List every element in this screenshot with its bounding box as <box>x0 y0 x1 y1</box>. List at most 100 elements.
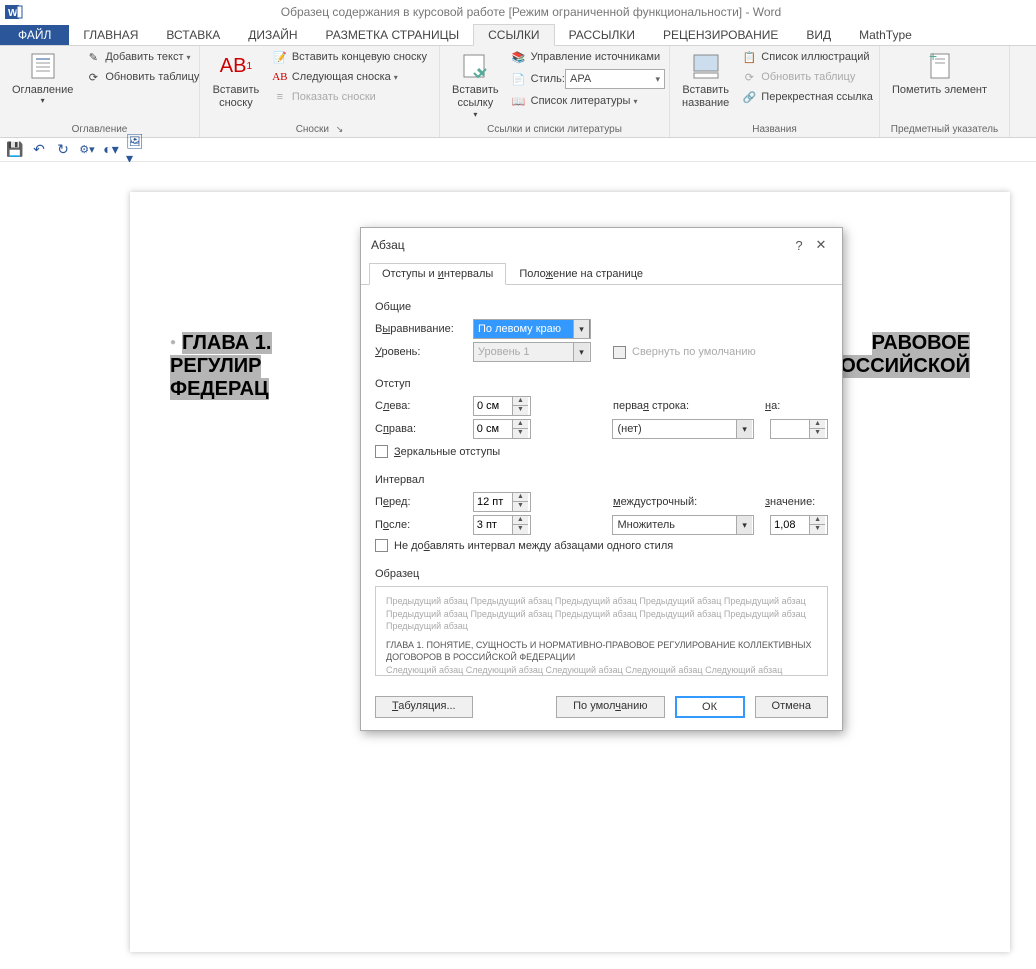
after-spinner[interactable]: ▲▼ <box>473 515 531 535</box>
toc-group-label: Оглавление <box>6 123 193 137</box>
insert-citation-button[interactable]: Вставить ссылку ▾ <box>446 48 505 121</box>
save-icon[interactable]: 💾 <box>6 141 24 159</box>
before-spinner[interactable]: ▲▼ <box>473 492 531 512</box>
tab-references[interactable]: ССЫЛКИ <box>473 24 554 46</box>
toc-icon <box>27 50 59 82</box>
titlebar: W Образец содержания в курсовой работе [… <box>0 0 1036 24</box>
tab-mailings[interactable]: РАССЫЛКИ <box>555 25 649 45</box>
after-label: После: <box>375 519 467 531</box>
first-line-select[interactable]: (нет)▾ <box>612 419 754 439</box>
citation-icon <box>459 50 491 82</box>
level-label: Уровень: <box>375 346 467 358</box>
bibliography-icon: 📖 <box>511 93 527 109</box>
heading-text-2a[interactable]: РЕГУЛИР <box>170 355 261 378</box>
contrast-icon[interactable]: ◐▾ <box>102 141 120 159</box>
caption-icon <box>690 50 722 82</box>
tabs-button[interactable]: Табуляция... <box>375 696 473 718</box>
dont-add-space-checkbox[interactable]: Не добавлять интервал между абзацами одн… <box>375 539 673 552</box>
by-spinner[interactable]: ▲▼ <box>770 419 828 439</box>
mark-entry-button[interactable]: + Пометить элемент <box>886 48 993 99</box>
redo-icon[interactable]: ↻ <box>54 141 72 159</box>
bibliography-button[interactable]: 📖Список литературы <box>509 92 667 110</box>
dialog-titlebar[interactable]: Абзац ? ✕ <box>361 228 842 262</box>
insert-caption-button[interactable]: Вставить название <box>676 48 735 112</box>
next-footnote-button[interactable]: ABСледующая сноска <box>270 68 429 86</box>
left-indent-spinner[interactable]: ▲▼ <box>473 396 531 416</box>
section-preview: Образец <box>375 568 828 580</box>
citation-style-row: 📄Стиль: APA▾ <box>509 68 667 90</box>
manage-sources-button[interactable]: 📚Управление источниками <box>509 48 667 66</box>
cross-reference-button[interactable]: 🔗Перекрестная ссылка <box>739 88 875 106</box>
insert-footnote-label: Вставить сноску <box>212 84 260 110</box>
at-label: значение: <box>765 496 815 508</box>
heading-text-1b[interactable]: РАВОВОЕ <box>872 332 970 355</box>
add-text-icon: ✎ <box>85 49 101 65</box>
ribbon: Оглавление ▾ ✎Добавить текст ⟳Обновить т… <box>0 46 1036 138</box>
ok-button[interactable]: ОК <box>675 696 745 718</box>
tab-layout[interactable]: РАЗМЕТКА СТРАНИЦЫ <box>312 25 474 45</box>
tab-insert[interactable]: ВСТАВКА <box>152 25 234 45</box>
heading-text-1a[interactable]: ГЛАВА 1. <box>182 332 271 354</box>
insert-citation-label: Вставить ссылку <box>452 84 499 110</box>
dialog-tab-position[interactable]: Положение на странице <box>506 263 656 285</box>
mirror-indents-checkbox[interactable]: Зеркальные отступы <box>375 445 500 458</box>
tab-home[interactable]: ГЛАВНАЯ <box>69 25 152 45</box>
picture-icon[interactable]: 🖼▾ <box>126 141 144 159</box>
update-tof-button[interactable]: ⟳Обновить таблицу <box>739 68 875 86</box>
tof-icon: 📋 <box>741 49 757 65</box>
right-indent-input[interactable] <box>474 423 512 435</box>
insert-caption-label: Вставить название <box>682 84 729 110</box>
undo-icon[interactable]: ↶ <box>30 141 48 159</box>
quick-access-toolbar: 💾 ↶ ↻ ⚙▾ ◐▾ 🖼▾ <box>0 138 1036 162</box>
word-icon: W <box>2 0 26 24</box>
add-text-button[interactable]: ✎Добавить текст <box>83 48 201 66</box>
tab-design[interactable]: ДИЗАЙН <box>234 25 311 45</box>
show-notes-icon: ≡ <box>272 89 288 105</box>
table-of-figures-button[interactable]: 📋Список иллюстраций <box>739 48 875 66</box>
by-label: на: <box>765 400 805 412</box>
manage-sources-icon: 📚 <box>511 49 527 65</box>
right-indent-spinner[interactable]: ▲▼ <box>473 419 531 439</box>
cross-ref-icon: 🔗 <box>741 89 757 105</box>
customize-icon[interactable]: ⚙▾ <box>78 141 96 159</box>
help-icon[interactable]: ? <box>788 238 810 253</box>
at-input[interactable] <box>771 519 809 531</box>
index-group-label: Предметный указатель <box>886 123 1003 137</box>
tab-view[interactable]: ВИД <box>792 25 845 45</box>
dialog-title: Абзац <box>371 238 788 252</box>
update-table-button[interactable]: ⟳Обновить таблицу <box>83 68 201 86</box>
heading-text-3[interactable]: ФЕДЕРАЦ <box>170 378 269 400</box>
by-input[interactable] <box>771 423 809 435</box>
heading-text-2b[interactable]: РОССИЙСКОЙ <box>827 355 970 378</box>
tab-mathtype[interactable]: MathType <box>845 25 926 45</box>
next-footnote-icon: AB <box>272 69 288 85</box>
line-spacing-select[interactable]: Множитель▾ <box>612 515 754 535</box>
show-notes-button[interactable]: ≡Показать сноски <box>270 88 429 106</box>
svg-text:+: + <box>929 51 937 64</box>
before-input[interactable] <box>474 496 512 508</box>
mark-entry-label: Пометить элемент <box>892 84 987 97</box>
set-default-button[interactable]: По умолчанию <box>556 696 664 718</box>
dialog-tab-indents[interactable]: Отступы и интервалы <box>369 263 506 285</box>
ribbon-tabs: ФАЙЛ ГЛАВНАЯ ВСТАВКА ДИЗАЙН РАЗМЕТКА СТР… <box>0 24 1036 46</box>
tab-file[interactable]: ФАЙЛ <box>0 25 69 45</box>
mark-entry-icon: + <box>924 50 956 82</box>
footnotes-group-label: Сноски ↘ <box>206 123 433 137</box>
citation-style-select[interactable]: APA▾ <box>565 69 665 89</box>
first-line-label: первая строка: <box>613 400 713 412</box>
insert-endnote-button[interactable]: 📝Вставить концевую сноску <box>270 48 429 66</box>
endnote-icon: 📝 <box>272 49 288 65</box>
insert-footnote-button[interactable]: AB1 Вставить сноску <box>206 48 266 112</box>
left-indent-input[interactable] <box>474 400 512 412</box>
after-input[interactable] <box>474 519 512 531</box>
close-icon[interactable]: ✕ <box>810 237 832 253</box>
toc-button[interactable]: Оглавление ▾ <box>6 48 79 107</box>
alignment-select[interactable]: По левому краю▾ <box>473 319 591 339</box>
cancel-button[interactable]: Отмена <box>755 696 828 718</box>
dialog-buttons: Табуляция... По умолчанию ОК Отмена <box>361 686 842 730</box>
at-spinner[interactable]: ▲▼ <box>770 515 828 535</box>
before-label: Перед: <box>375 496 467 508</box>
paragraph-dialog: Абзац ? ✕ Отступы и интервалы Положение … <box>360 227 843 731</box>
tab-review[interactable]: РЕЦЕНЗИРОВАНИЕ <box>649 25 792 45</box>
footnotes-dialog-launcher[interactable]: ↘ <box>332 124 344 134</box>
